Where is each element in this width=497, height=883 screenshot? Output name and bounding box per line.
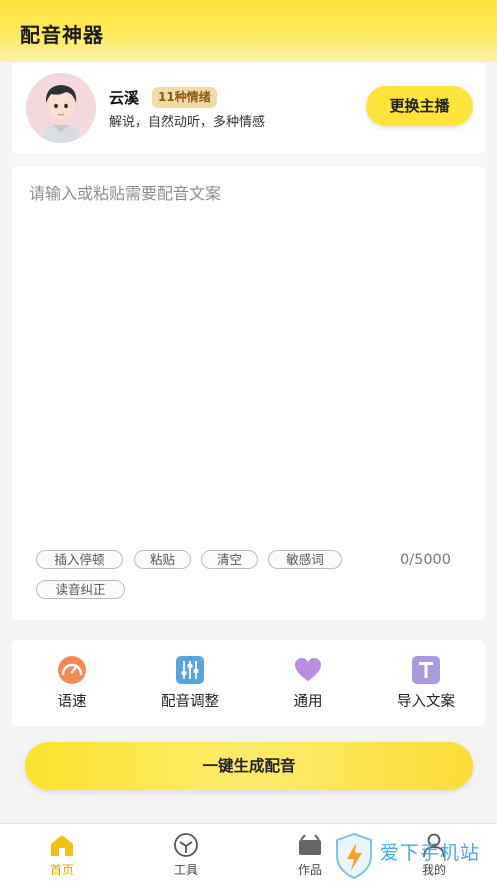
works-icon [296, 832, 324, 858]
sensitive-words-button[interactable]: 敏感词 [268, 550, 342, 569]
switch-anchor-button[interactable]: 更换主播 [366, 86, 473, 126]
app-header: 配音神器 [0, 0, 497, 62]
anchor-avatar[interactable] [26, 73, 96, 143]
shield-lightning-icon [334, 832, 374, 883]
anchor-card: 云溪 11种情绪 解说，自然动听，多种情感 更换主播 [12, 62, 485, 154]
generate-voice-button[interactable]: 一键生成配音 [25, 742, 473, 790]
tools-card: 语速 配音调整 通用 导入文案 [12, 640, 485, 726]
insert-pause-button[interactable]: 插入停顿 [36, 550, 123, 569]
import-script-tool[interactable]: 导入文案 [371, 640, 481, 726]
heart-icon [293, 655, 323, 685]
speedometer-icon [57, 655, 87, 685]
nav-label: 工具 [173, 863, 198, 877]
text-editor-card: 插入停顿 粘贴 清空 敏感词 读音纠正 0/5000 [12, 166, 485, 620]
text-import-icon [411, 655, 441, 685]
watermark: 爱下手机站 [328, 830, 496, 882]
general-tool[interactable]: 通用 [253, 640, 363, 726]
anchor-description: 解说，自然动听，多种情感 [109, 115, 266, 130]
clear-button[interactable]: 清空 [201, 550, 258, 569]
script-input[interactable] [29, 180, 469, 540]
equalizer-icon [175, 655, 205, 685]
paste-button[interactable]: 粘贴 [134, 550, 191, 569]
tool-label: 通用 [293, 694, 323, 710]
avatar-illustration [26, 73, 96, 143]
pronunciation-fix-button[interactable]: 读音纠正 [36, 580, 125, 599]
voice-adjust-tool[interactable]: 配音调整 [135, 640, 245, 726]
nav-item-home[interactable]: 首页 [32, 824, 92, 883]
char-count: 0/5000 [400, 552, 452, 568]
nav-label: 首页 [49, 863, 74, 877]
nav-item-tools[interactable]: 工具 [156, 824, 216, 883]
tool-label: 配音调整 [161, 694, 219, 710]
page-title: 配音神器 [20, 23, 104, 47]
speed-tool[interactable]: 语速 [17, 640, 127, 726]
home-icon [48, 832, 76, 858]
anchor-name: 云溪 [109, 89, 140, 107]
box-icon [172, 832, 200, 858]
tool-label: 语速 [57, 694, 87, 710]
tool-label: 导入文案 [397, 694, 455, 710]
emotion-badge: 11种情绪 [152, 87, 217, 108]
watermark-text: 爱下手机站 [380, 842, 481, 864]
